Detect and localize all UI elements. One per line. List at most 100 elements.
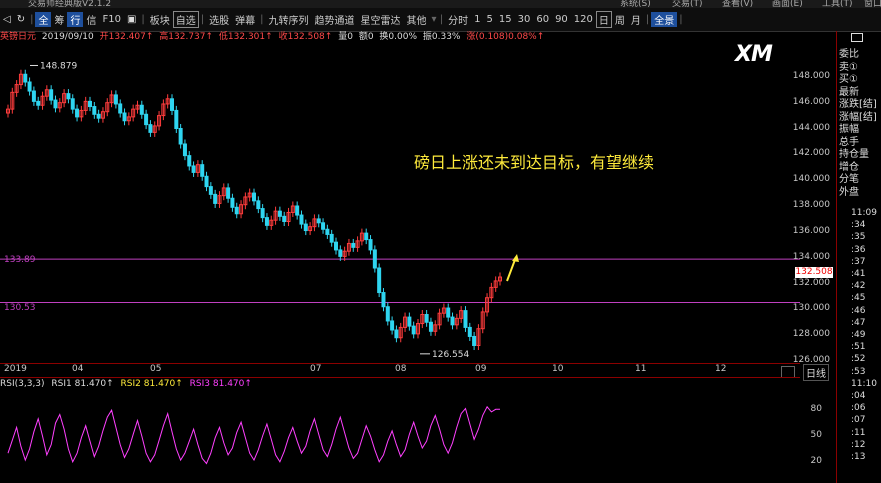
- tick-time: :42: [851, 281, 866, 292]
- menu-tools[interactable]: 工具(T): [822, 0, 853, 8]
- refresh-icon[interactable]: ↻: [14, 14, 28, 25]
- menu-trade[interactable]: 交易(T): [672, 0, 703, 8]
- rsi3-value: RSI3 81.470↑: [189, 379, 252, 389]
- candle-body: [299, 214, 304, 225]
- quote-amplitude: 振0.33%: [422, 32, 461, 42]
- candle-body: [390, 320, 395, 331]
- date-tick: 08: [395, 364, 407, 374]
- candle-body: [53, 99, 58, 109]
- price-tick: 130.000: [792, 303, 830, 314]
- menu-screen[interactable]: 画面(E): [772, 0, 803, 8]
- candle-body: [321, 222, 326, 230]
- period-120[interactable]: 120: [571, 14, 596, 25]
- candle-body: [144, 113, 149, 126]
- tab-info[interactable]: 信: [83, 12, 99, 27]
- candle-body: [139, 104, 144, 115]
- period-5[interactable]: 5: [483, 14, 495, 25]
- tab-sector[interactable]: 板块: [147, 12, 173, 27]
- candle-body: [178, 128, 183, 145]
- price-tick: 128.000: [792, 329, 830, 340]
- high-label: 148.879: [40, 61, 77, 71]
- candle-body: [191, 165, 196, 173]
- tick-time: :13: [851, 452, 866, 462]
- app-title: 交易师经典版V2.1.2: [28, 0, 112, 8]
- period-15[interactable]: 15: [496, 14, 515, 25]
- tick-time: :49: [851, 330, 866, 340]
- window-icon[interactable]: ▣: [124, 14, 139, 25]
- tick-time: :36: [851, 244, 866, 255]
- tick-time: :37: [851, 256, 866, 267]
- quote-side-panel: 委比 卖① 买① 最新 涨跌[结] 涨幅[结] 振幅 总手 持仓量 增仓 分笔 外盘 11:09:34:…: [803, 31, 881, 483]
- tab-chips[interactable]: 筹: [51, 12, 67, 27]
- rsi-tick: 80: [810, 404, 822, 415]
- candle-body: [230, 197, 235, 208]
- candle-body: [381, 292, 386, 308]
- price-tick: 134.000: [792, 251, 830, 262]
- period-60[interactable]: 60: [533, 14, 552, 25]
- panel-item: 外盘: [839, 186, 859, 198]
- tab-quote[interactable]: 行: [67, 12, 84, 27]
- rsi-tick: 50: [810, 430, 822, 440]
- last-price-tag: 132.508: [795, 267, 833, 278]
- tick-time: :34: [851, 220, 866, 231]
- td-sequential-button[interactable]: 九转序列: [266, 12, 312, 27]
- menu-system[interactable]: 系统(S): [620, 0, 651, 8]
- candle-body: [472, 335, 477, 347]
- date-tick: 07: [310, 364, 322, 374]
- tick-time: :41: [851, 269, 866, 279]
- candlestick-chart[interactable]: 148.879 126.554: [0, 43, 800, 363]
- daily-tab[interactable]: 日线: [803, 364, 829, 381]
- stock-picker-button[interactable]: 选股: [206, 12, 232, 27]
- tick-time: :47: [851, 317, 866, 328]
- candle-body: [49, 89, 54, 101]
- menu-window[interactable]: 窗口: [864, 0, 881, 8]
- arrow-head-icon: [512, 254, 519, 262]
- rsi-chart[interactable]: [0, 389, 800, 483]
- back-icon[interactable]: ◁: [0, 14, 14, 25]
- candle-body: [329, 233, 334, 243]
- candle-body: [282, 215, 287, 222]
- period-month[interactable]: 月: [628, 12, 644, 27]
- price-axis: 148.000 146.000 144.000 142.000 140.000 138.0…: [793, 43, 838, 373]
- period-intraday[interactable]: 分时: [445, 12, 471, 27]
- tick-time: :52: [851, 354, 866, 365]
- rsi-line: [7, 405, 500, 465]
- candle-body: [66, 93, 71, 100]
- chart-annotation: 磅日上涨还未到达目标，有望继续: [414, 153, 655, 172]
- period-90[interactable]: 90: [552, 14, 571, 25]
- candle-body: [377, 267, 382, 294]
- trend-channel-button[interactable]: 趋势通道: [312, 12, 358, 27]
- tick-time: :04: [851, 391, 866, 401]
- tick-time: :45: [851, 293, 866, 304]
- tab-f10[interactable]: F10: [99, 14, 123, 25]
- period-1[interactable]: 1: [471, 14, 483, 25]
- panorama-badge[interactable]: 全景: [651, 12, 678, 27]
- tick-time: 11:09: [851, 208, 877, 218]
- quote-date: 2019/09/10: [41, 32, 94, 42]
- candle-body: [446, 307, 451, 318]
- rsi1-value: RSI1 81.470↑: [51, 379, 114, 389]
- quote-change: 涨(0.108)0.08%↑: [466, 32, 545, 42]
- watchlist-dropdown[interactable]: 自选: [172, 11, 199, 28]
- date-tick: 05: [150, 364, 162, 374]
- period-week[interactable]: 周: [612, 12, 628, 27]
- candle-body: [277, 210, 282, 217]
- menu-view[interactable]: 查看(V): [722, 0, 753, 8]
- other-dropdown[interactable]: 其他: [404, 12, 430, 27]
- quote-volume: 量0: [338, 32, 353, 42]
- date-tick: 10: [552, 364, 564, 374]
- candle-body: [174, 109, 179, 129]
- date-tick: 12: [715, 364, 727, 374]
- quote-low: 低132.301↑: [218, 32, 273, 42]
- quote-amount: 额0: [358, 32, 374, 42]
- candle-body: [424, 314, 429, 323]
- tick-time: 11:10: [851, 378, 877, 389]
- candle-body: [226, 187, 231, 199]
- danmaku-button[interactable]: 弹幕: [232, 12, 258, 27]
- period-30[interactable]: 30: [515, 14, 534, 25]
- tab-all[interactable]: 全: [35, 12, 52, 27]
- panel-toggle-icon[interactable]: [851, 33, 863, 42]
- period-day[interactable]: 日: [595, 11, 612, 28]
- candle-body: [450, 316, 455, 326]
- radar-button[interactable]: 星空雷达: [358, 12, 404, 27]
